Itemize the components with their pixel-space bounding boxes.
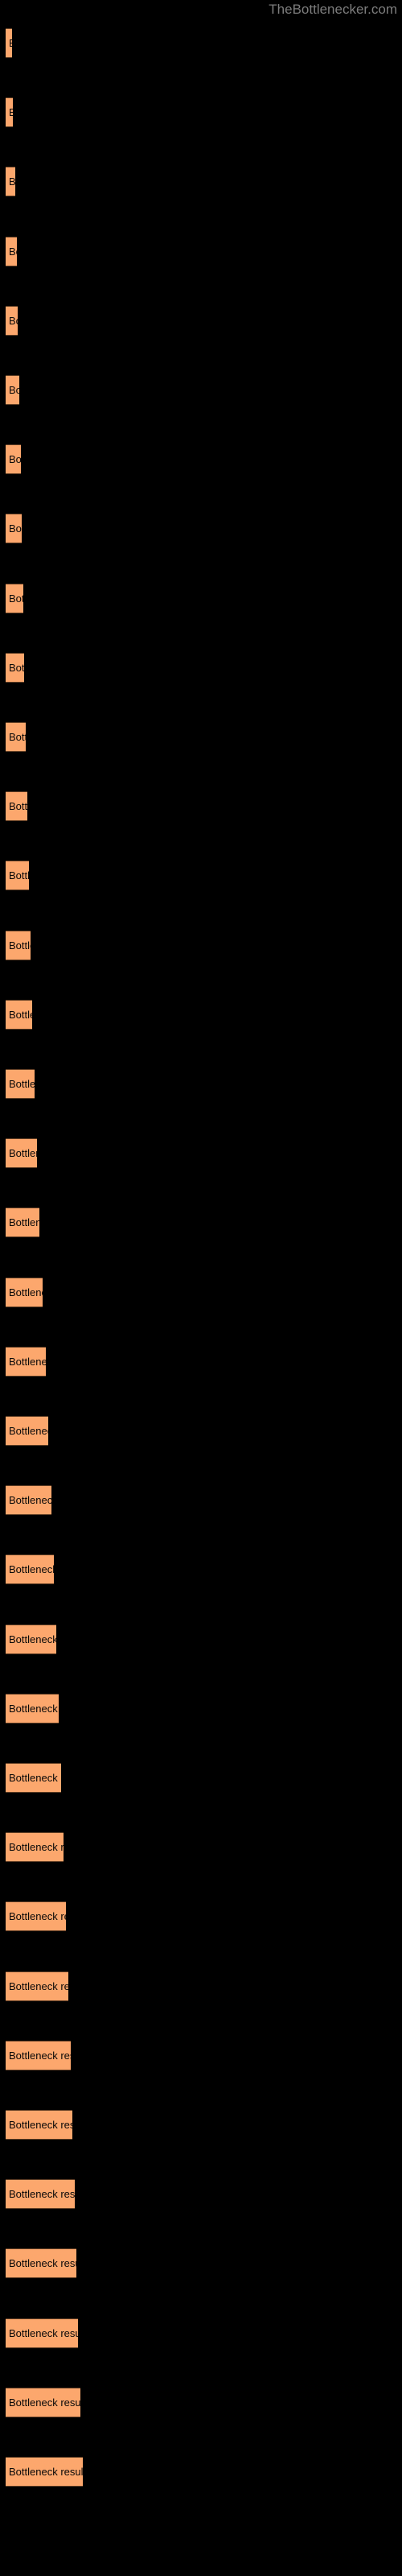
bar-label: Bottleneck result <box>9 1147 37 1160</box>
bar-label: Bottleneck result <box>9 731 26 743</box>
bar-label: Bottleneck result <box>9 314 18 327</box>
bar-label: Bottleneck result <box>9 384 19 396</box>
site-watermark: TheBottlenecker.com <box>269 2 397 17</box>
bar-label: Bottleneck result <box>9 592 23 605</box>
bar-label: Bottleneck result <box>9 1979 68 1992</box>
bar-label: Bottleneck result <box>9 2466 83 2478</box>
bar-label: Bottleneck result <box>9 1008 32 1021</box>
bar-label: Bottleneck result <box>9 1355 46 1368</box>
bar-label: Bottleneck result <box>9 1425 48 1437</box>
bar-label: Bottleneck result <box>9 1841 64 1854</box>
bar-label: Bottleneck result <box>9 2257 76 2270</box>
bar-label: Bottleneck result <box>9 245 17 258</box>
bar-label: Bottleneck result <box>9 661 24 674</box>
bar-label: Bottleneck result <box>9 1494 51 1507</box>
bottleneck-bar-chart: TheBottlenecker.com Bottleneck result Bot… <box>0 0 402 2576</box>
bar-label: Bottleneck result <box>9 2119 72 2131</box>
bar-label: Bottleneck result <box>9 175 15 188</box>
bar-label: Bottleneck result <box>9 28 12 58</box>
bar-label: Bottleneck result <box>9 939 31 952</box>
bar-label: Bottleneck result <box>9 2396 80 2409</box>
bar-label: Bottleneck result <box>9 1702 59 1715</box>
bar-label: Bottleneck result <box>9 106 13 119</box>
bar-label: Bottleneck result <box>9 1216 39 1229</box>
bar-label: Bottleneck result <box>9 2049 71 2062</box>
bar-label: Bottleneck result <box>9 1563 54 1576</box>
bar-label: Bottleneck result <box>9 1633 56 1645</box>
bar-label: Bottleneck result <box>9 1772 61 1784</box>
bar-label: Bottleneck result <box>9 869 29 882</box>
bar-label: Bottleneck result <box>9 1078 35 1090</box>
bar-label: Bottleneck result <box>9 1910 66 1923</box>
bar-label: Bottleneck result <box>9 522 22 535</box>
bar-label: Bottleneck result <box>9 2188 75 2201</box>
bar-label: Bottleneck result <box>9 453 21 466</box>
bar-label: Bottleneck result <box>9 2326 78 2339</box>
bar-label: Bottleneck result <box>9 1286 43 1298</box>
bar-label: Bottleneck result <box>9 800 27 813</box>
